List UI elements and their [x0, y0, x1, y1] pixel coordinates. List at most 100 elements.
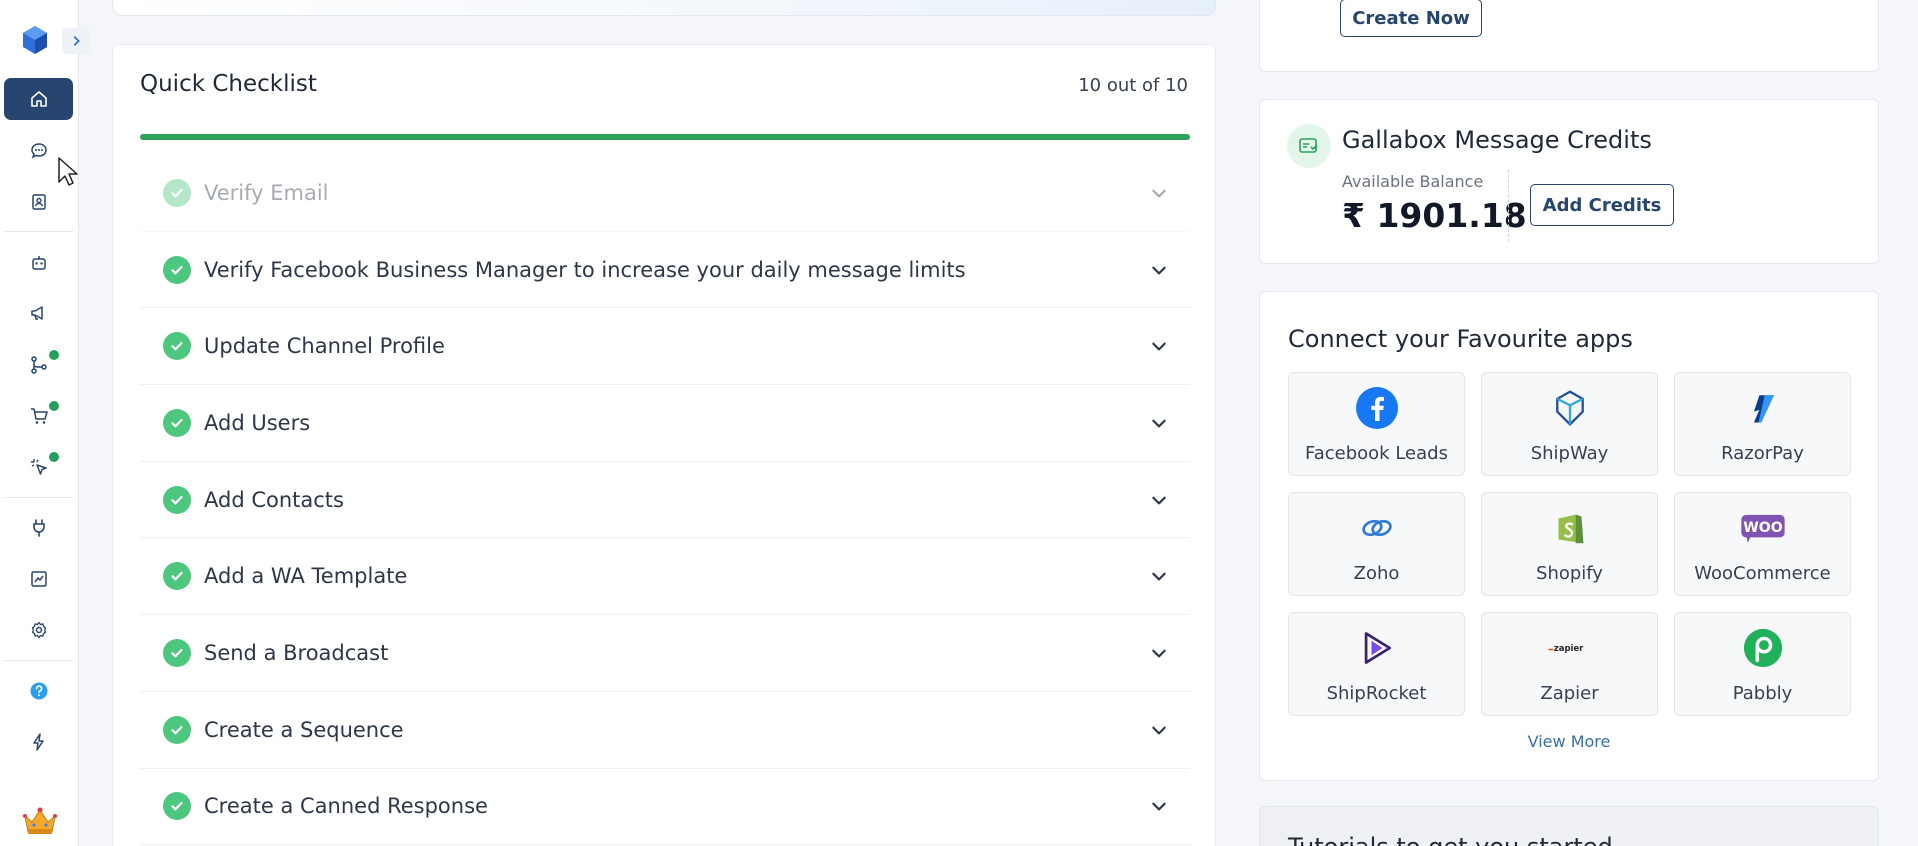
- app-name: Zapier: [1540, 683, 1599, 704]
- notification-dot: [49, 350, 59, 360]
- nav-settings[interactable]: [4, 609, 73, 651]
- app-tile[interactable]: RazorPay: [1674, 372, 1851, 476]
- chevron-down-icon[interactable]: [1150, 414, 1168, 432]
- nav-divider: [4, 231, 73, 232]
- apps-title: Connect your Favourite apps: [1288, 325, 1633, 353]
- zapier-icon: zapier: [1547, 625, 1593, 671]
- nav-whats-new[interactable]: [4, 721, 73, 763]
- check-circle-icon: [163, 332, 191, 361]
- app-tile[interactable]: Pabbly: [1674, 612, 1851, 716]
- app-name: Pabbly: [1732, 683, 1793, 704]
- check-circle-icon: [163, 638, 191, 667]
- cart-icon: [30, 408, 48, 424]
- credits-divider: [1508, 170, 1509, 242]
- credits-icon: [1287, 124, 1331, 168]
- checklist-item[interactable]: Verify Facebook Business Manager to incr…: [140, 232, 1190, 309]
- razorpay-icon: [1740, 385, 1786, 431]
- nav-home[interactable]: [4, 78, 73, 120]
- chevron-right-icon: [73, 36, 80, 46]
- sidebar: [0, 0, 90, 846]
- chevron-down-icon[interactable]: [1150, 644, 1168, 662]
- checklist-item-label: Add a WA Template: [204, 564, 408, 589]
- nav-help[interactable]: [4, 670, 73, 712]
- crown-icon[interactable]: [22, 806, 58, 836]
- checklist-item[interactable]: Verify Email: [140, 155, 1190, 232]
- app-name: RazorPay: [1721, 443, 1804, 464]
- click-icon: [30, 459, 47, 475]
- quick-checklist-card: Quick Checklist 10 out of 10 Verify Emai…: [112, 44, 1216, 846]
- message-credits-card: Gallabox Message Credits Available Balan…: [1259, 99, 1879, 264]
- chevron-down-icon[interactable]: [1150, 797, 1168, 815]
- shipway-icon: [1547, 385, 1593, 431]
- balance-value: ₹ 1901.18: [1342, 196, 1527, 235]
- check-circle-icon: [163, 408, 191, 437]
- chevron-down-icon[interactable]: [1150, 567, 1168, 585]
- checklist-item-label: Add Contacts: [204, 487, 344, 512]
- shopify-icon: [1547, 505, 1593, 551]
- checklist-item-label: Verify Email: [204, 180, 329, 205]
- bolt-icon: [32, 733, 44, 751]
- flow-icon: [30, 356, 47, 374]
- app-name: ShipWay: [1530, 443, 1609, 464]
- checklist-item[interactable]: Create a Canned Response: [140, 769, 1190, 846]
- checklist-item-label: Verify Facebook Business Manager to incr…: [204, 257, 966, 282]
- chart-icon: [30, 571, 47, 587]
- checklist-progress-fill: [140, 134, 1190, 140]
- checklist-item[interactable]: Add Users: [140, 385, 1190, 462]
- chevron-down-icon[interactable]: [1150, 491, 1168, 509]
- pabbly-icon: [1740, 625, 1786, 671]
- app-name: Shopify: [1536, 563, 1603, 584]
- nav-analytics[interactable]: [4, 558, 73, 600]
- check-circle-icon: [163, 562, 191, 591]
- check-circle-icon: [163, 485, 191, 514]
- nav-broadcasts[interactable]: [4, 292, 73, 334]
- tutorials-card: Tutorials to get you started: [1259, 806, 1879, 846]
- checklist-item[interactable]: Update Channel Profile: [140, 308, 1190, 386]
- create-now-button[interactable]: Create Now: [1340, 0, 1482, 37]
- checklist-title: Quick Checklist: [140, 71, 317, 97]
- expand-sidebar-button[interactable]: [62, 28, 90, 54]
- nav-contacts[interactable]: [4, 181, 73, 223]
- chevron-down-icon[interactable]: [1150, 337, 1168, 355]
- nav-conversations[interactable]: [4, 130, 73, 172]
- nav-integrations[interactable]: [4, 507, 73, 549]
- nav-divider: [4, 497, 73, 498]
- app-tile[interactable]: ShipWay: [1481, 372, 1658, 476]
- nav-sequences[interactable]: [4, 344, 73, 386]
- home-icon: [30, 91, 47, 107]
- checklist-item-label: Update Channel Profile: [204, 334, 445, 359]
- app-tile[interactable]: ShipRocket: [1288, 612, 1465, 716]
- checklist-item-label: Add Users: [204, 410, 311, 435]
- view-more-link[interactable]: View More: [1260, 732, 1878, 751]
- app-tile[interactable]: Facebook Leads: [1288, 372, 1465, 476]
- check-circle-icon: [163, 715, 191, 744]
- checklist-item[interactable]: Create a Sequence: [140, 692, 1190, 769]
- chevron-down-icon[interactable]: [1150, 184, 1168, 202]
- checklist-item[interactable]: Add a WA Template: [140, 538, 1190, 616]
- contacts-icon: [31, 194, 46, 210]
- app-tile[interactable]: Shopify: [1481, 492, 1658, 596]
- chevron-down-icon[interactable]: [1150, 721, 1168, 739]
- nav-divider: [4, 660, 73, 661]
- checklist-item[interactable]: Send a Broadcast: [140, 615, 1190, 692]
- notification-dot: [49, 401, 59, 411]
- app-name: ShipRocket: [1326, 683, 1427, 704]
- chevron-down-icon[interactable]: [1150, 261, 1168, 279]
- nav-clicks[interactable]: [4, 446, 73, 488]
- checklist-item-label: Send a Broadcast: [204, 640, 389, 665]
- app-tile[interactable]: WOO WooCommerce: [1674, 492, 1851, 596]
- nav-bots[interactable]: [4, 242, 73, 284]
- nav-commerce[interactable]: [4, 395, 73, 437]
- add-credits-button[interactable]: Add Credits: [1530, 184, 1674, 226]
- app-tile[interactable]: Zoho: [1288, 492, 1465, 596]
- svg-text:zapier: zapier: [1553, 643, 1583, 653]
- gallabox-logo-icon[interactable]: [20, 24, 50, 56]
- app-tile[interactable]: zapier Zapier: [1481, 612, 1658, 716]
- check-circle-icon: [163, 792, 191, 821]
- woocommerce-icon: WOO: [1740, 505, 1786, 551]
- shiprocket-icon: [1354, 625, 1400, 671]
- create-card: Create Now: [1259, 0, 1879, 72]
- check-circle-icon: [163, 178, 191, 207]
- checklist-item-label: Create a Canned Response: [204, 794, 488, 819]
- checklist-item[interactable]: Add Contacts: [140, 462, 1190, 539]
